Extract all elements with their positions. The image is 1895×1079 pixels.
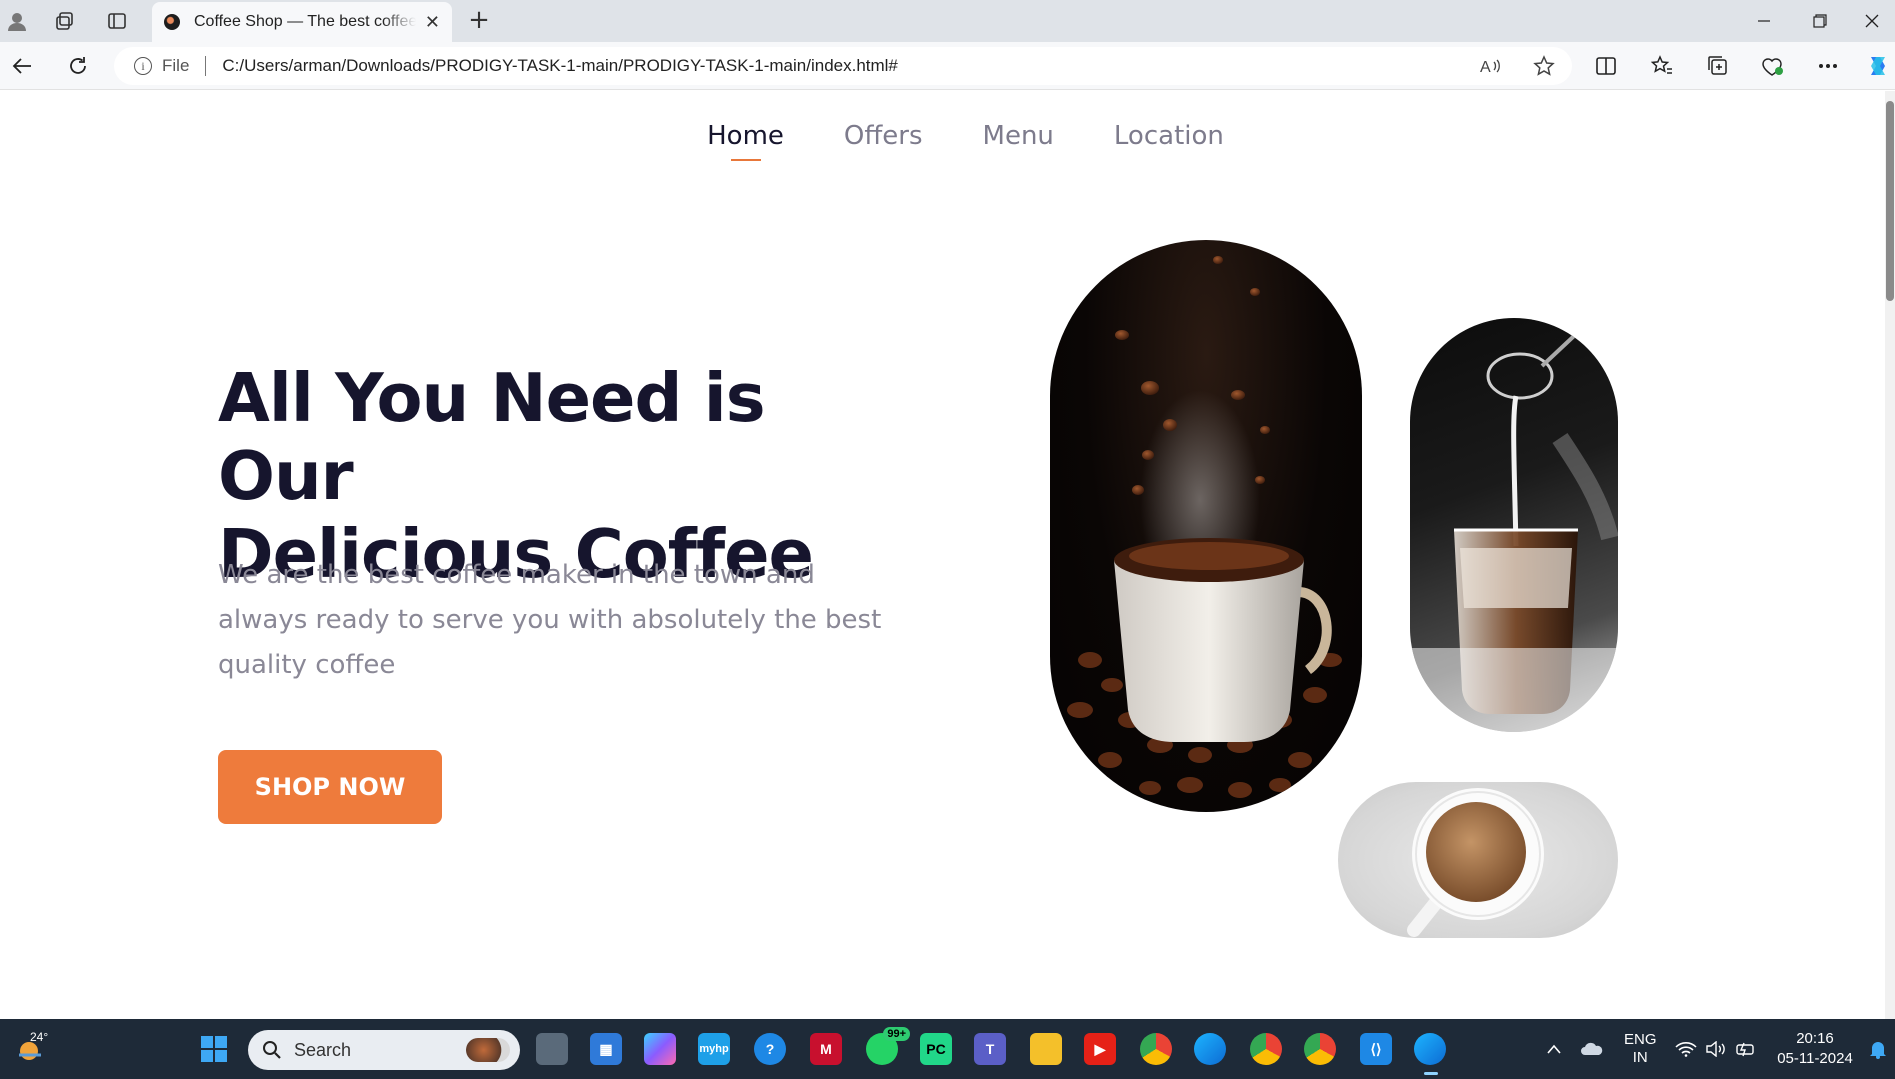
back-icon[interactable]	[6, 50, 38, 82]
whatsapp-icon[interactable]: 99+	[866, 1027, 910, 1065]
browser-toolbar: i File C:/Users/arman/Downloads/PRODIGY-…	[0, 42, 1895, 90]
chrome-icon[interactable]	[1140, 1033, 1172, 1065]
taskbar-search-box[interactable]: Search	[248, 1030, 520, 1070]
refresh-icon[interactable]	[62, 50, 94, 82]
clock-date: 05-11-2024	[1777, 1050, 1853, 1067]
browser-tab-bar: Coffee Shop — The best coffee at ✕ +	[0, 0, 1895, 42]
collections-icon[interactable]	[1702, 50, 1734, 82]
battery-icon[interactable]	[1730, 1033, 1762, 1065]
onedrive-icon[interactable]	[1576, 1033, 1608, 1065]
iced-coffee-pour-image	[1410, 318, 1618, 732]
myhp-icon[interactable]: myhp	[698, 1033, 730, 1065]
site-info-icon[interactable]: i	[134, 57, 152, 75]
youtube-icon[interactable]: ▶	[1084, 1033, 1116, 1065]
scrollbar-thumb[interactable]	[1886, 101, 1894, 301]
wifi-icon[interactable]	[1670, 1033, 1702, 1065]
read-aloud-icon[interactable]: A	[1476, 52, 1504, 80]
nav-home[interactable]: Home	[707, 121, 784, 161]
weather-temperature: 24°	[30, 1030, 49, 1044]
tab-title: Coffee Shop — The best coffee at	[194, 13, 416, 30]
edge-active-icon[interactable]	[1414, 1033, 1446, 1075]
copilot-icon[interactable]	[1862, 50, 1894, 82]
search-highlight-icon	[466, 1038, 510, 1062]
language-indicator[interactable]: ENG IN	[1624, 1031, 1657, 1067]
teams-icon[interactable]: T	[974, 1033, 1006, 1065]
file-scheme-label: File	[162, 56, 190, 75]
page-viewport: Home Offers Menu Location All You Need i…	[0, 91, 1885, 1019]
page-scrollbar[interactable]	[1885, 91, 1895, 1019]
start-icon[interactable]	[198, 1033, 230, 1065]
whatsapp-badge: 99+	[883, 1027, 910, 1041]
tab-actions-icon[interactable]	[100, 6, 134, 36]
minimize-icon[interactable]	[1736, 0, 1792, 42]
notification-bell-icon[interactable]	[1862, 1033, 1894, 1065]
region-code: IN	[1632, 1049, 1648, 1066]
clock-time: 20:16	[1796, 1030, 1834, 1047]
profile-icon[interactable]	[0, 6, 34, 36]
hero-title-line-1: All You Need is Our	[218, 359, 766, 515]
new-tab-button[interactable]: +	[464, 6, 494, 36]
favorite-star-icon[interactable]	[1530, 52, 1558, 80]
coffee-cup-top-view-image	[1338, 782, 1618, 938]
help-icon[interactable]: ?	[754, 1033, 786, 1065]
pycharm-icon[interactable]: PC	[920, 1033, 952, 1065]
workspaces-icon[interactable]	[48, 6, 82, 36]
nav-location[interactable]: Location	[1114, 121, 1224, 161]
restore-icon[interactable]	[1792, 0, 1848, 42]
tab-favicon-icon	[164, 14, 180, 30]
hero-description: We are the best coffee maker in the town…	[218, 560, 882, 680]
vscode-icon[interactable]: ⟨⟩	[1360, 1033, 1392, 1065]
microsoft-store-icon[interactable]: ▦	[590, 1033, 622, 1065]
volume-icon[interactable]	[1700, 1033, 1732, 1065]
file-explorer-icon[interactable]	[1030, 1033, 1062, 1065]
task-view-icon[interactable]	[536, 1033, 568, 1065]
clock[interactable]: 20:16 05-11-2024	[1772, 1029, 1858, 1069]
show-hidden-icons-icon[interactable]	[1538, 1033, 1570, 1065]
copilot-app-icon[interactable]	[644, 1033, 676, 1065]
edge-icon[interactable]	[1194, 1033, 1226, 1065]
chrome-profile-a-icon[interactable]	[1250, 1033, 1282, 1065]
chrome-profile-b-icon[interactable]	[1304, 1033, 1336, 1065]
close-tab-icon[interactable]: ✕	[425, 12, 440, 33]
active-app-indicator	[1424, 1072, 1438, 1075]
browser-essentials-icon[interactable]	[1756, 50, 1788, 82]
close-window-icon[interactable]	[1848, 0, 1895, 42]
shop-now-button[interactable]: SHOP NOW	[218, 750, 442, 824]
favorites-icon[interactable]	[1646, 50, 1678, 82]
url-text[interactable]: C:/Users/arman/Downloads/PRODIGY-TASK-1-…	[222, 56, 897, 76]
site-nav: Home Offers Menu Location	[0, 121, 1885, 161]
address-bar[interactable]: i File C:/Users/arman/Downloads/PRODIGY-…	[114, 47, 1572, 85]
search-icon	[263, 1041, 281, 1059]
taskbar: 24° Search ▦ myhp ? M 99+ PC T ▶ ⟨⟩ ENG …	[0, 1019, 1895, 1079]
coffee-cup-beans-image	[1050, 240, 1362, 812]
search-label: Search	[294, 1039, 352, 1060]
language-code: ENG	[1624, 1031, 1657, 1048]
svg-text:A: A	[1480, 59, 1491, 76]
address-separator	[205, 56, 207, 76]
nav-menu[interactable]: Menu	[983, 121, 1054, 161]
split-screen-icon[interactable]	[1590, 50, 1622, 82]
browser-tab-active[interactable]: Coffee Shop — The best coffee at ✕	[152, 2, 452, 42]
nav-offers[interactable]: Offers	[844, 121, 923, 161]
mcafee-icon[interactable]: M	[810, 1033, 842, 1065]
more-options-icon[interactable]	[1812, 50, 1844, 82]
